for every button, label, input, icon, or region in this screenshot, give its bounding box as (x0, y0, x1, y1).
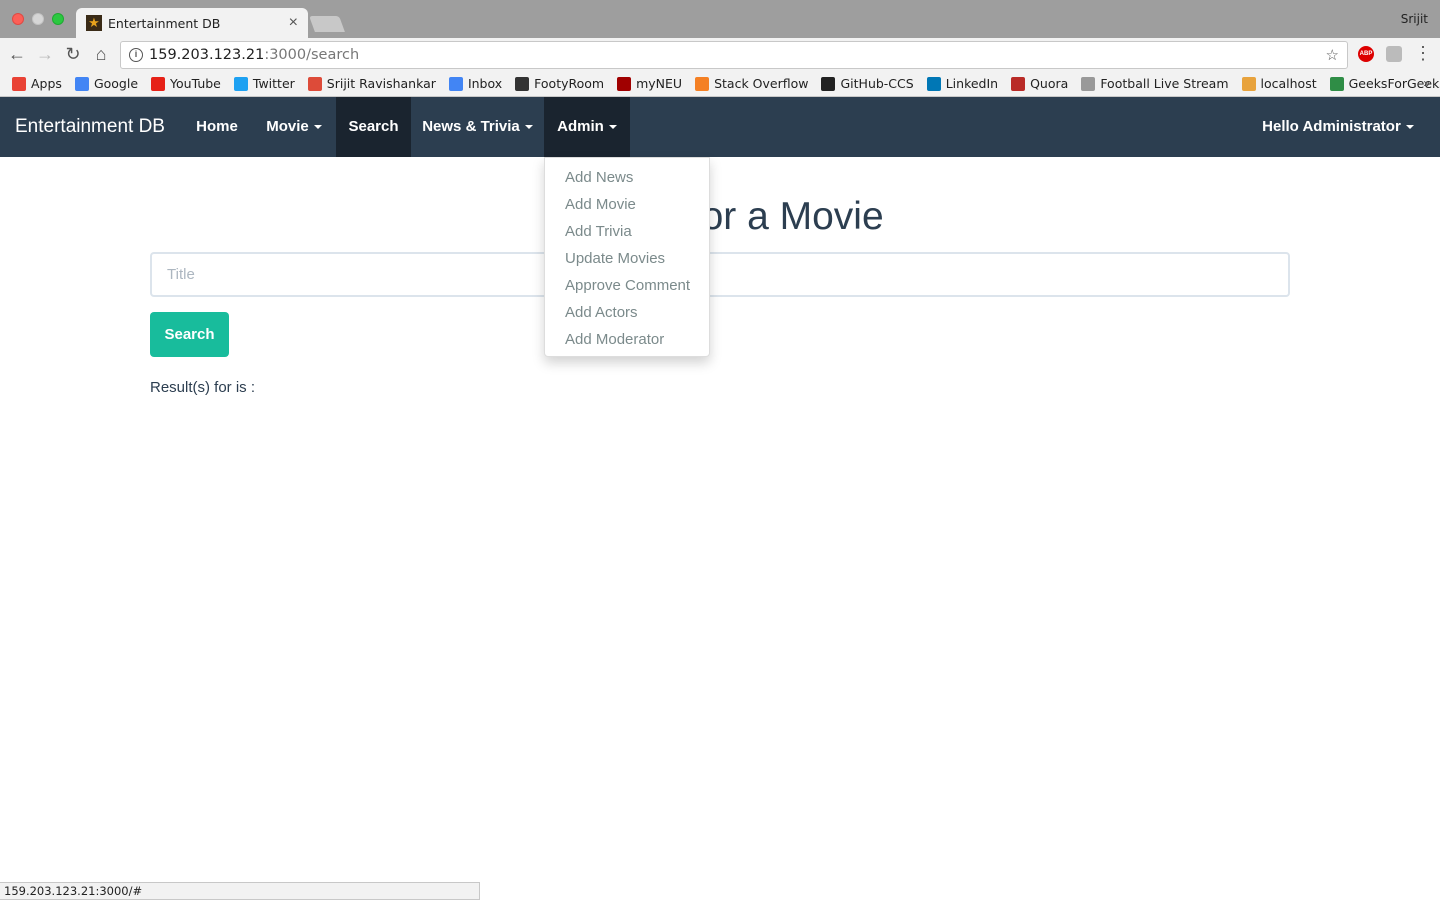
home-icon[interactable]: ⌂ (90, 43, 112, 65)
bookmark-item[interactable]: Inbox (448, 76, 503, 91)
bookmark-item[interactable]: Football Live Stream (1081, 76, 1229, 91)
bookmark-star-icon[interactable]: ☆ (1326, 46, 1339, 64)
page-icon (1081, 76, 1096, 91)
stackoverflow-icon (695, 76, 710, 91)
nav-home[interactable]: Home (182, 97, 252, 157)
bookmark-label: FootyRoom (534, 76, 605, 91)
bookmark-item[interactable]: GitHub-CCS (821, 76, 914, 91)
bookmark-item[interactable]: Twitter (233, 76, 295, 91)
bookmark-item[interactable]: Srijit Ravishankar (307, 76, 436, 91)
tab-title: Entertainment DB (108, 15, 221, 31)
bookmark-item[interactable]: Apps (12, 76, 62, 91)
google-plus-icon (307, 76, 322, 91)
bookmark-label: Srijit Ravishankar (326, 76, 436, 91)
nav-news-trivia[interactable]: News & Trivia (411, 97, 544, 157)
maximize-window-button[interactable] (52, 13, 64, 25)
menu-item-add-movie[interactable]: Add Movie (545, 191, 709, 218)
bookmark-item[interactable]: LinkedIn (926, 76, 999, 91)
browser-toolbar: ← → ↻ ⌂ i 159.203.123.21 :3000/search ☆ … (0, 38, 1440, 71)
apps-grid-icon (12, 76, 26, 91)
linkedin-icon (926, 76, 941, 91)
paw-icon (617, 76, 632, 91)
bookmark-label: Apps (31, 76, 62, 91)
bookmark-item[interactable]: YouTube (151, 76, 221, 91)
bookmark-item[interactable]: Stack Overflow (695, 76, 808, 91)
localhost-icon (1241, 76, 1256, 91)
bookmark-label: YouTube (170, 76, 221, 91)
brand-logo[interactable]: Entertainment DB (15, 97, 165, 157)
quora-icon (1011, 76, 1026, 91)
back-arrow-icon[interactable]: ← (6, 43, 28, 65)
menu-item-add-actors[interactable]: Add Actors (545, 299, 709, 326)
title-search-input[interactable] (150, 252, 1290, 297)
menu-item-add-news[interactable]: Add News (545, 164, 709, 191)
nav-user-menu[interactable]: Hello Administrator (1251, 97, 1425, 157)
bookmark-label: Stack Overflow (714, 76, 809, 91)
minimize-window-button[interactable] (32, 13, 44, 25)
star-favicon-icon: ★ (86, 15, 102, 31)
search-button[interactable]: Search (150, 312, 229, 357)
bookmark-label: Twitter (252, 76, 295, 91)
youtube-icon (151, 76, 166, 91)
bookmarks-bar: Apps Google YouTube Twitter Srijit Ravishank… (0, 71, 1440, 97)
github-icon (821, 76, 836, 91)
bookmark-label: localhost (1260, 76, 1317, 91)
caret-down-icon (1405, 125, 1414, 130)
site-info-icon[interactable]: i (129, 48, 143, 62)
bookmark-label: myNEU (636, 76, 683, 91)
inbox-icon (448, 76, 463, 91)
bookmark-label: Inbox (467, 76, 503, 91)
bookmark-item[interactable]: Quora (1011, 76, 1068, 91)
bookmark-item[interactable]: FootyRoom (515, 76, 604, 91)
new-tab-button[interactable] (309, 16, 345, 32)
profile-name[interactable]: Srijit (1401, 12, 1428, 26)
google-icon (74, 76, 89, 91)
address-bar[interactable]: i 159.203.123.21 :3000/search ☆ (120, 41, 1348, 69)
geeksforgeeks-icon (1329, 76, 1344, 91)
bookmark-label: Google (93, 76, 139, 91)
bookmark-label: GitHub-CCS (840, 76, 914, 91)
url-path: :3000/search (264, 47, 360, 63)
bookmark-label: Football Live Stream (1100, 76, 1229, 91)
bookmark-item[interactable]: localhost (1241, 76, 1317, 91)
reload-icon[interactable]: ↻ (62, 43, 84, 65)
browser-tab[interactable]: ★ Entertainment DB × (76, 8, 308, 38)
admin-dropdown-menu: Add News Add Movie Add Trivia Update Mov… (544, 157, 710, 357)
adblock-plus-icon[interactable]: ABP (1358, 46, 1374, 62)
menu-item-approve-comment[interactable]: Approve Comment (545, 272, 709, 299)
nav-search[interactable]: Search (336, 97, 411, 157)
caret-down-icon (313, 125, 322, 130)
nav-movie[interactable]: Movie (252, 97, 336, 157)
browser-titlebar: ★ Entertainment DB × Srijit (0, 0, 1440, 38)
bookmarks-overflow-icon[interactable]: » (1423, 76, 1430, 90)
link-status-bar: 159.203.123.21:3000/# (0, 882, 480, 900)
url-host: 159.203.123.21 (149, 47, 265, 63)
bookmark-item[interactable]: Google (74, 76, 139, 91)
caret-down-icon (524, 125, 533, 130)
nav-admin[interactable]: Admin (544, 97, 630, 157)
page-title: Search for a Movie (701, 195, 884, 238)
extension-icon[interactable] (1386, 46, 1402, 62)
twitter-icon (233, 76, 248, 91)
tab-close-icon[interactable]: × (289, 14, 298, 32)
menu-item-add-trivia[interactable]: Add Trivia (545, 218, 709, 245)
app-navbar: Entertainment DB Home Movie Search News … (0, 97, 1440, 157)
bookmark-label: LinkedIn (945, 76, 999, 91)
footyroom-icon (515, 76, 530, 91)
bookmark-label: Quora (1030, 76, 1069, 91)
bookmark-item[interactable]: myNEU (617, 76, 682, 91)
results-label: Result(s) for is : (150, 379, 256, 396)
menu-item-update-movies[interactable]: Update Movies (545, 245, 709, 272)
caret-down-icon (608, 125, 617, 130)
menu-item-add-moderator[interactable]: Add Moderator (545, 326, 709, 353)
browser-menu-icon[interactable]: ⋮ (1414, 43, 1432, 64)
forward-arrow-icon[interactable]: → (34, 43, 56, 65)
close-window-button[interactable] (12, 13, 24, 25)
